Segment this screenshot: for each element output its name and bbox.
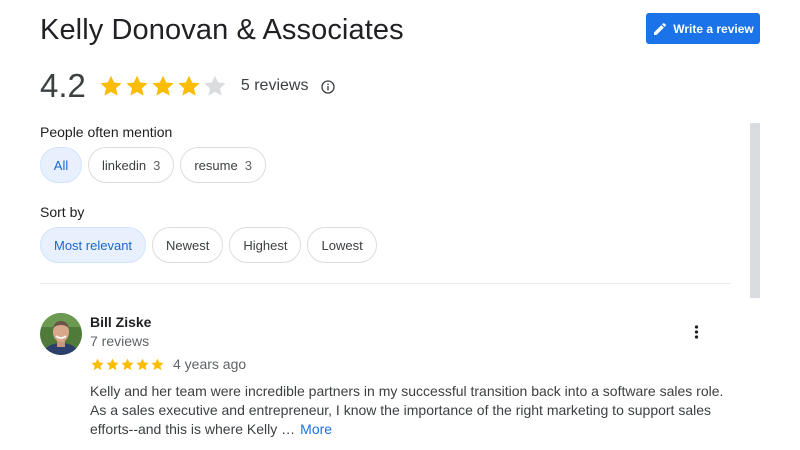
review-rating: 4 years ago — [90, 355, 246, 373]
sort-most-relevant[interactable]: Most relevant — [40, 227, 147, 263]
chip-resume[interactable]: resume 3 — [180, 147, 266, 183]
review-text-line: efforts--and this is where Kelly … More — [90, 420, 730, 439]
review-text-line: As a sales executive and entrepreneur, I… — [90, 402, 712, 418]
review-text-line: Kelly and her team were incredible partn… — [90, 383, 724, 399]
mentions-chips: All linkedin 3 resume 3 — [40, 147, 272, 183]
divider — [40, 283, 730, 284]
chip-label: linkedin — [102, 157, 147, 173]
star-filled-icon — [106, 358, 119, 370]
review-text-fragment: efforts--and this is where Kelly … — [90, 421, 296, 437]
star-filled-icon — [121, 358, 134, 370]
rating-summary: 4.2 5 reviews — [40, 66, 336, 106]
star-filled-icon — [136, 358, 149, 370]
review-count[interactable]: 5 reviews — [241, 77, 309, 95]
sort-highest[interactable]: Highest — [229, 227, 302, 263]
rating-stars — [98, 73, 228, 99]
chip-label: resume — [194, 157, 238, 173]
star-empty-icon — [204, 75, 226, 96]
info-icon[interactable] — [320, 79, 336, 95]
mentions-label: People often mention — [40, 124, 173, 140]
avatar[interactable] — [40, 313, 82, 355]
chip-count: 3 — [244, 157, 252, 173]
sort-option-label: Most relevant — [54, 237, 133, 253]
star-filled-icon — [100, 75, 122, 96]
sort-label: Sort by — [40, 204, 85, 220]
pencil-icon — [652, 21, 668, 37]
reviews-panel: Kelly Donovan & Associates Write a revie… — [0, 0, 800, 450]
star-filled-icon — [91, 358, 104, 370]
sort-option-label: Lowest — [321, 237, 363, 253]
review-date: 4 years ago — [173, 356, 247, 372]
chip-label: All — [53, 157, 69, 173]
review-stars — [90, 357, 165, 372]
sort-newest[interactable]: Newest — [152, 227, 224, 263]
sort-lowest[interactable]: Lowest — [307, 227, 377, 263]
chip-linkedin[interactable]: linkedin 3 — [88, 147, 175, 183]
star-filled-icon — [151, 358, 164, 370]
sort-option-label: Highest — [243, 237, 288, 253]
chip-count: 3 — [153, 157, 161, 173]
sort-options: Most relevant Newest Highest Lowest — [40, 227, 383, 263]
chip-all[interactable]: All — [40, 147, 82, 183]
write-review-button[interactable]: Write a review — [646, 13, 760, 44]
sort-option-label: Newest — [166, 237, 210, 253]
scrollbar[interactable] — [750, 123, 760, 298]
more-link[interactable]: More — [300, 421, 332, 437]
star-filled-icon — [126, 75, 148, 96]
average-rating: 4.2 — [40, 67, 86, 104]
star-filled-icon — [152, 75, 174, 96]
reviewer-name[interactable]: Bill Ziske — [90, 314, 151, 330]
reviewer-review-count: 7 reviews — [90, 333, 150, 349]
page-title: Kelly Donovan & Associates — [40, 14, 404, 46]
more-options-icon[interactable] — [686, 320, 706, 344]
write-review-label: Write a review — [673, 21, 754, 36]
review-text: Kelly and her team were incredible partn… — [90, 382, 730, 439]
star-filled-icon — [178, 75, 200, 96]
